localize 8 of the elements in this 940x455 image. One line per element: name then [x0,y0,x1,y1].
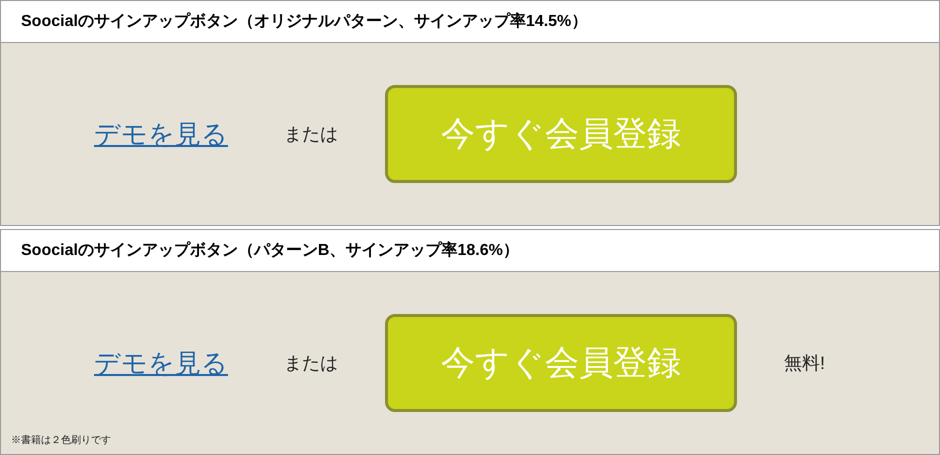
panel-title: Soocialのサインアップボタン（オリジナルパターン、サインアップ率14.5%） [21,11,588,32]
panel-title: Soocialのサインアップボタン（パターンB、サインアップ率18.6%） [21,240,519,260]
or-text: または [284,352,338,374]
free-note: 無料! [784,352,826,374]
demo-link[interactable]: デモを見る [94,344,234,382]
footnote: ※書籍は２色刷りです [11,434,111,448]
demo-link[interactable]: デモを見る [94,114,234,154]
or-text: または [284,122,338,146]
